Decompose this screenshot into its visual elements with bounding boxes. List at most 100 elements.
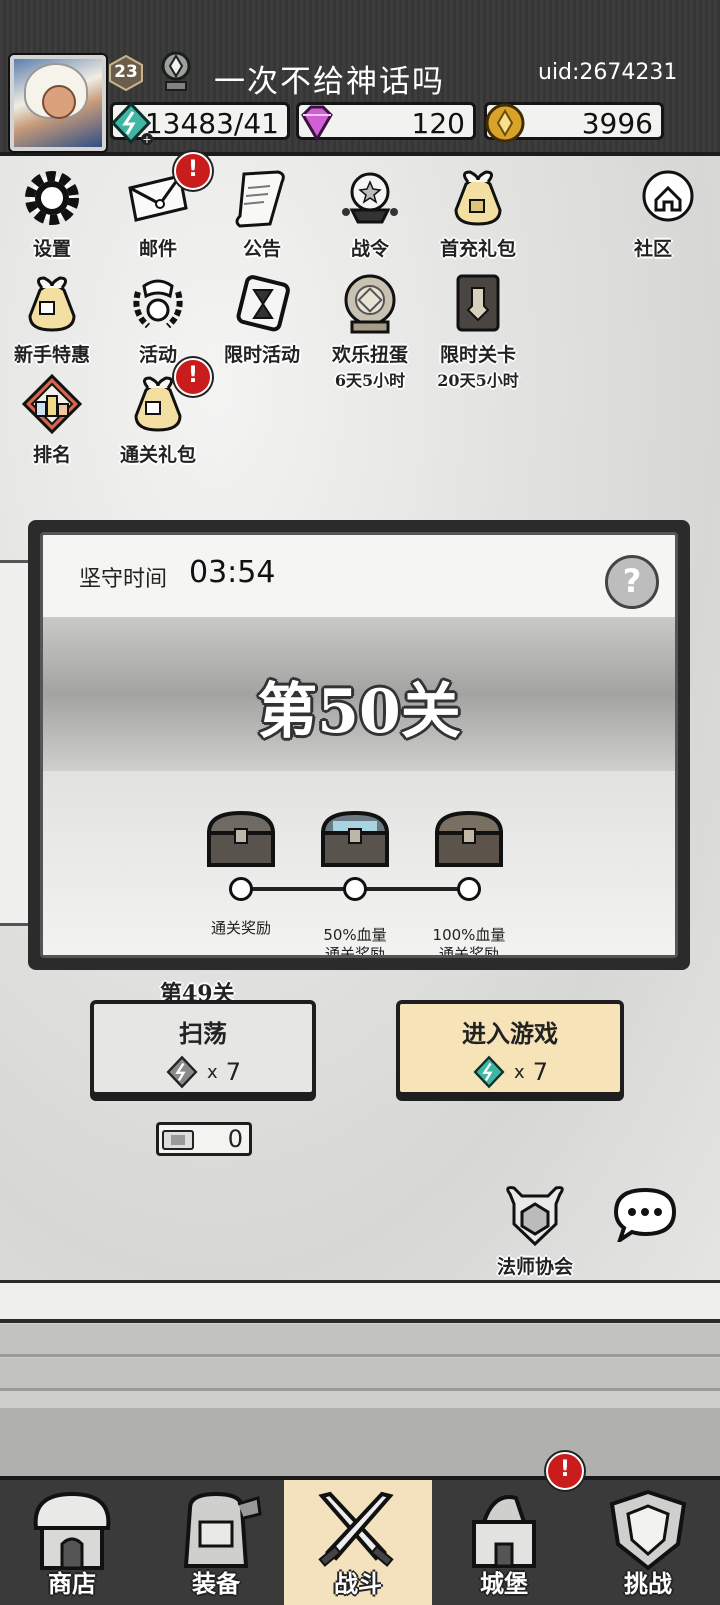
home-bubble-icon [642, 170, 694, 222]
nav-label: 战斗 [334, 1569, 382, 1598]
progress-line [365, 887, 465, 891]
mage-guild-button[interactable]: 法师协会 [488, 1184, 582, 1279]
menu-label: 通关礼包 [119, 444, 196, 466]
menu-limited-event[interactable]: 限时活动 [214, 272, 310, 367]
menu-label: 战令 [350, 238, 389, 260]
ground-scenery [0, 1280, 720, 1480]
level-value: 23 [114, 62, 138, 82]
shop-icon [33, 1491, 111, 1570]
nav-challenge[interactable]: 挑战 [576, 1480, 720, 1605]
level-badge: 23 [108, 54, 144, 92]
guild-emblem-icon [506, 1186, 564, 1247]
gold-coin-icon [485, 103, 525, 143]
energy-gem-icon [473, 1055, 505, 1089]
sweep-ticket-counter: 0 [156, 1122, 252, 1156]
menu-label: 限时活动 [223, 344, 300, 366]
menu-notice[interactable]: 公告 [214, 166, 310, 261]
menu-label: 欢乐扭蛋 [331, 344, 408, 366]
treasure-chest-icon[interactable] [317, 807, 393, 871]
menu-community[interactable]: 社区 [620, 166, 716, 261]
treasure-chest-icon[interactable] [431, 807, 507, 871]
reward-label: 通关奖励 [191, 919, 291, 938]
alert-badge: ! [174, 358, 212, 396]
menu-countdown: 6天5小时 [334, 371, 406, 390]
menu-mail[interactable]: 邮件 ! [110, 152, 212, 261]
cost-multiplier: x [207, 1061, 218, 1083]
nav-label: 城堡 [480, 1569, 528, 1598]
ticket-icon [162, 1130, 194, 1150]
castle-icon [472, 1495, 536, 1568]
menu-activity[interactable]: 活动 [110, 272, 206, 367]
backpack-icon [183, 1491, 262, 1568]
hold-time-value: 03:54 [189, 555, 276, 590]
sweep-cost: 7 [225, 1058, 241, 1086]
menu-settings[interactable]: 设置 [4, 166, 100, 261]
menu-label: 首充礼包 [439, 238, 516, 260]
alert-badge: ! [174, 152, 212, 190]
enter-cost: 7 [532, 1058, 548, 1086]
nav-shop[interactable]: 商店 [0, 1480, 144, 1605]
nav-castle[interactable]: 城堡 ! [432, 1452, 584, 1605]
menu-limited-card[interactable]: 限时关卡 20天5小时 [430, 272, 526, 391]
nav-label: 挑战 [624, 1569, 672, 1598]
progress-node [229, 877, 253, 901]
scroll-icon [235, 170, 285, 228]
menu-newbie[interactable]: 新手特惠 [4, 272, 100, 367]
crystal-ball-icon [342, 172, 398, 224]
menu-first-recharge[interactable]: 首充礼包 [430, 166, 526, 261]
energy-value: 13483/41 [144, 107, 279, 140]
gem-counter[interactable]: 120 [296, 102, 476, 142]
menu-label: 新手特惠 [13, 344, 90, 366]
gold-value: 3996 [581, 107, 653, 140]
gear-icon [25, 171, 79, 225]
stage-title: 第50关 [257, 677, 461, 747]
enter-game-button[interactable]: 进入游戏 x 7 [396, 1000, 624, 1096]
menu-label: 邮件 [138, 238, 177, 260]
menu-label: 排名 [32, 444, 71, 466]
gift-bag-icon [28, 276, 76, 332]
menu-rank[interactable]: 排名 [4, 372, 100, 467]
gem-value: 120 [411, 107, 465, 140]
progress-node [343, 877, 367, 901]
ticket-count: 0 [227, 1125, 243, 1153]
player-avatar[interactable] [10, 55, 106, 151]
podium-icon [21, 373, 83, 435]
bottom-nav: 商店 装备 战斗 城堡 ! 挑战 [0, 1452, 720, 1605]
nav-equipment[interactable]: 装备 [144, 1480, 288, 1605]
menu-countdown: 20天5小时 [437, 371, 519, 390]
menu-battle-pass[interactable]: 战令 [322, 166, 418, 261]
menu-label: 公告 [242, 238, 281, 260]
reward-label-text: 50%血量 通关奖励 [323, 926, 387, 958]
nav-battle[interactable]: 战斗 [284, 1480, 432, 1605]
gold-counter[interactable]: 3996 [484, 102, 664, 143]
sweep-button[interactable]: 扫荡 x 7 [90, 1000, 316, 1096]
treasure-chest-icon[interactable] [203, 807, 279, 871]
laurel-icon [133, 279, 183, 329]
player-name: 一次不给神话吗 [214, 64, 445, 100]
menu-gacha[interactable]: 欢乐扭蛋 6天5小时 [322, 272, 418, 391]
menu-label: 设置 [32, 238, 71, 260]
reward-label: 50%血量 通关奖励 [305, 907, 405, 958]
shield-icon [609, 1489, 687, 1571]
nav-label: 商店 [48, 1569, 96, 1598]
menu-label: 限时关卡 [439, 344, 516, 366]
menu-clear-gift[interactable]: 通关礼包 ! [110, 358, 212, 467]
progress-line [251, 887, 351, 891]
player-uid: uid:2674231 [538, 60, 678, 85]
stage-panel: 坚守时间 03:54 ? 第50关 通关奖励 50%血量 通关奖励 100%血量… [28, 520, 690, 970]
reward-label: 100%血量 通关奖励 [419, 907, 519, 958]
trophy-icon[interactable] [156, 50, 196, 94]
card-icon [456, 274, 500, 332]
enter-game-label: 进入游戏 [462, 1019, 558, 1048]
crossed-swords-icon [318, 1491, 394, 1567]
progress-node [457, 877, 481, 901]
energy-counter[interactable]: + 13483/41 [110, 101, 290, 145]
diamond-icon [301, 105, 333, 142]
sweep-label: 扫荡 [179, 1019, 227, 1048]
reward-label-text: 100%血量 通关奖励 [432, 926, 506, 958]
chat-bubble-icon[interactable] [612, 1186, 678, 1242]
reward-label-text: 通关奖励 [210, 919, 271, 937]
gacha-icon [344, 274, 396, 334]
help-button[interactable]: ? [605, 555, 659, 609]
nav-label: 装备 [192, 1569, 240, 1598]
